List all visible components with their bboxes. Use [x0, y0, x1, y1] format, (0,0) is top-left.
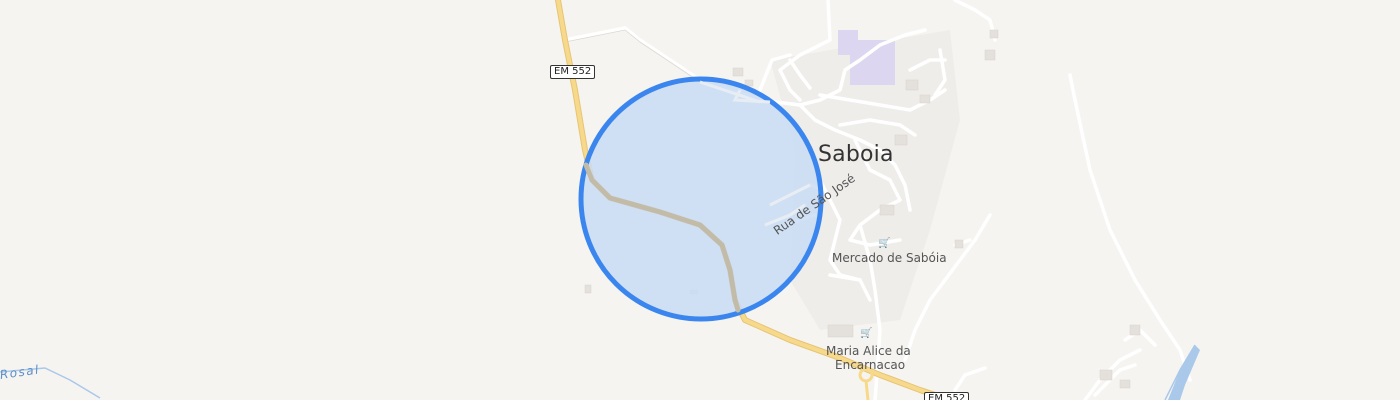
map-canvas[interactable]: Saboia EM 552 EM 552 Rua de São José 🛒 M… — [0, 0, 1400, 400]
poi-maria-alice-line2[interactable]: Encarnacao — [835, 358, 905, 373]
poi-maria-alice-line1[interactable]: Maria Alice da — [826, 344, 911, 359]
place-label-saboia: Saboia — [818, 142, 894, 167]
shopping-cart-icon[interactable]: 🛒 — [878, 238, 890, 249]
road-shield-em552-south: EM 552 — [924, 392, 970, 400]
river — [1168, 345, 1200, 400]
water-streams — [0, 344, 1196, 400]
road-shield-em552-north: EM 552 — [550, 65, 596, 79]
poi-mercado-saboia[interactable]: Mercado de Sabóia — [832, 251, 947, 266]
shopping-cart-icon[interactable]: 🛒 — [860, 328, 872, 339]
map-layer — [0, 0, 1200, 400]
